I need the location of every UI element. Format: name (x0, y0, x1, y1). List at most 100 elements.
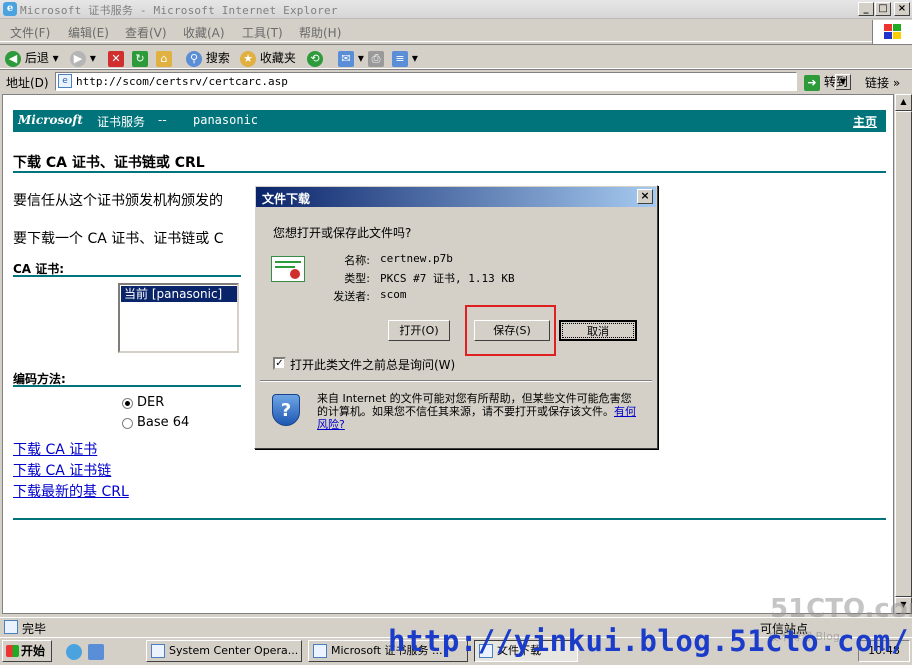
base64-radio[interactable] (122, 418, 133, 429)
close-button[interactable]: × (894, 2, 910, 16)
file-type-value: PKCS #7 证书, 1.13 KB (380, 272, 515, 285)
ca-rule (13, 275, 241, 277)
star-icon: ★ (240, 50, 256, 67)
intro-paragraph-1: 要信任从这个证书颁发机构颁发的 (13, 193, 223, 209)
go-arrow-icon: ➜ (804, 74, 820, 91)
banner-dash: -- (158, 113, 167, 127)
page-heading: 下载 CA 证书、证书链或 CRL (13, 155, 205, 171)
page-icon: e (58, 74, 72, 88)
home-link[interactable]: 主页 (853, 113, 877, 130)
banner-microsoft: Microsoft (18, 113, 83, 127)
page-banner: Microsoft 证书服务 -- panasonic 主页 (13, 110, 886, 132)
watermark-brand: 51CTO.com (770, 594, 912, 624)
title-bar: e Microsoft 证书服务 - Microsoft Internet Ex… (0, 0, 912, 19)
download-ca-chain-link[interactable]: 下载 CA 证书链 (13, 460, 111, 480)
print-icon: ⎙ (368, 50, 384, 67)
menu-view[interactable]: 查看(V) (125, 24, 167, 41)
minimize-button[interactable]: _ (858, 2, 874, 16)
status-page-icon (4, 620, 18, 634)
file-name-label: 名称: (344, 254, 370, 267)
security-warning: 来自 Internet 的文件可能对您有所帮助，但某些文件可能危害您的计算机。如… (317, 392, 636, 431)
save-highlight-box (465, 305, 556, 356)
start-button[interactable]: 开始 (2, 640, 52, 662)
dialog-close-button[interactable]: × (637, 189, 653, 204)
home-icon: ⌂ (156, 50, 172, 67)
mail-button[interactable]: ✉ ▾ (338, 49, 364, 67)
favorites-button[interactable]: ★ 收藏夹 (240, 49, 296, 67)
back-arrow-icon: ◀ (5, 50, 21, 67)
mail-icon: ✉ (338, 50, 354, 67)
menu-favorites[interactable]: 收藏(A) (183, 24, 225, 41)
refresh-icon: ↻ (132, 50, 148, 67)
download-crl-link[interactable]: 下载最新的基 CRL (13, 481, 129, 501)
open-button[interactable]: 打开(O) (388, 320, 450, 341)
windows-flag-icon (6, 645, 19, 657)
menu-help[interactable]: 帮助(H) (299, 24, 341, 41)
shield-question-icon: ? (272, 394, 300, 426)
address-bar: 地址(D) e http://scom/certsrv/certcarc.asp… (0, 69, 912, 93)
always-ask-label[interactable]: 打开此类文件之前总是询问(W) (290, 356, 455, 373)
base64-label: Base 64 (137, 415, 190, 430)
home-button[interactable]: ⌂ (156, 49, 172, 67)
menu-file[interactable]: 文件(F) (10, 24, 50, 41)
ca-cert-item[interactable]: 当前 [panasonic] (121, 286, 237, 302)
ie-window-icon (313, 644, 327, 658)
back-button[interactable]: ◀ 后退 ▾ (5, 49, 59, 67)
print-button[interactable]: ⎙ (368, 49, 384, 67)
forward-arrow-icon: ▶ (70, 50, 86, 67)
menu-bar: 文件(F) 编辑(E) 查看(V) 收藏(A) 工具(T) 帮助(H) (0, 20, 912, 42)
ie-quicklaunch-icon[interactable] (66, 644, 82, 660)
certificate-icon (271, 256, 305, 282)
scroll-up-icon[interactable]: ▲ (895, 94, 912, 111)
download-ca-cert-link[interactable]: 下载 CA 证书 (13, 439, 97, 459)
address-label: 地址(D) (6, 76, 49, 90)
task-system-center[interactable]: System Center Opera... (146, 640, 302, 662)
stop-button[interactable]: ✕ (108, 49, 124, 67)
always-ask-checkbox[interactable]: ✓ (273, 357, 286, 370)
banner-server: panasonic (193, 113, 259, 127)
maximize-button[interactable]: □ (875, 2, 891, 16)
status-text: 完毕 (22, 622, 47, 636)
dialog-question: 您想打开或保存此文件吗? (273, 226, 412, 240)
ca-cert-list[interactable]: 当前 [panasonic] (118, 283, 239, 353)
heading-rule (13, 171, 886, 173)
dialog-title: 文件下载 (262, 192, 311, 206)
app-window-icon (151, 644, 165, 658)
menu-tools[interactable]: 工具(T) (242, 24, 283, 41)
refresh-button[interactable]: ↻ (132, 49, 148, 67)
encoding-rule (13, 385, 241, 387)
vertical-scrollbar[interactable]: ▲ ▼ (894, 94, 912, 614)
address-input[interactable]: e http://scom/certsrv/certcarc.asp ▼ (55, 72, 851, 91)
search-button[interactable]: ⚲ 搜索 (186, 49, 230, 67)
file-from-value: scom (380, 288, 407, 301)
der-radio[interactable] (122, 398, 133, 409)
banner-service: 证书服务 (97, 115, 146, 129)
address-url: http://scom/certsrv/certcarc.asp (76, 75, 288, 88)
window-title: Microsoft 证书服务 - Microsoft Internet Expl… (20, 4, 338, 17)
cancel-button[interactable]: 取消 (559, 320, 637, 341)
menu-edit[interactable]: 编辑(E) (68, 24, 109, 41)
file-name-value: certnew.p7b (380, 252, 453, 265)
edit-icon: ≡ (392, 50, 408, 67)
history-icon: ⟲ (307, 50, 323, 67)
ie-icon: e (3, 2, 17, 16)
file-from-label: 发送者: (333, 290, 370, 303)
file-type-label: 类型: (344, 272, 370, 285)
toolbar: ◀ 后退 ▾ ▶ ▾ ✕ ↻ ⌂ ⚲ 搜索 ★ 收藏夹 ⟲ ✉ ▾ ⎙ ≡ ▾ (0, 44, 912, 69)
go-button[interactable]: ➜ 转到 (804, 73, 848, 91)
history-button[interactable]: ⟲ (307, 49, 323, 67)
forward-button[interactable]: ▶ ▾ (70, 49, 96, 67)
links-button[interactable]: 链接 » (865, 74, 900, 91)
dialog-title-bar: 文件下载 × (256, 187, 656, 207)
search-icon: ⚲ (186, 50, 202, 67)
der-label: DER (137, 395, 165, 410)
footer-rule (13, 518, 886, 520)
dialog-separator (260, 380, 652, 382)
stop-icon: ✕ (108, 50, 124, 67)
file-download-dialog: 文件下载 × 您想打开或保存此文件吗? 名称: certnew.p7b 类型: … (254, 185, 658, 449)
watermark-url: http://yinkui.blog.51cto.com/ (388, 624, 909, 658)
edit-button[interactable]: ≡ ▾ (392, 49, 418, 67)
desktop-quicklaunch-icon[interactable] (88, 644, 104, 660)
scroll-thumb[interactable] (895, 111, 912, 597)
intro-paragraph-2: 要下载一个 CA 证书、证书链或 C (13, 231, 224, 247)
